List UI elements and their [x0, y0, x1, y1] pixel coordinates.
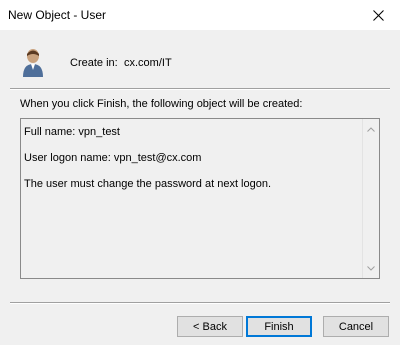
- cancel-button[interactable]: Cancel: [323, 316, 389, 337]
- chevron-down-icon: [367, 265, 375, 271]
- close-button[interactable]: [356, 0, 400, 30]
- vertical-scrollbar[interactable]: [362, 119, 379, 278]
- dialog-header: [0, 30, 400, 90]
- summary-line-full-name: Full name: vpn_test: [24, 126, 120, 138]
- scroll-up-button[interactable]: [363, 121, 379, 137]
- intro-text: When you click Finish, the following obj…: [20, 98, 303, 110]
- window-title: New Object - User: [8, 8, 107, 22]
- create-in-value: cx.com/IT: [124, 57, 172, 69]
- summary-box[interactable]: Full name: vpn_test User logon name: vpn…: [20, 118, 380, 279]
- scroll-down-button[interactable]: [363, 260, 379, 276]
- summary-line-logon-name: User logon name: vpn_test@cx.com: [24, 152, 202, 164]
- footer-divider: [10, 302, 390, 304]
- header-divider: [10, 88, 390, 90]
- user-icon: [23, 49, 43, 77]
- title-bar: New Object - User: [0, 0, 400, 30]
- back-button[interactable]: < Back: [177, 316, 243, 337]
- summary-line-password: The user must change the password at nex…: [24, 178, 272, 190]
- chevron-up-icon: [367, 126, 375, 132]
- close-icon: [372, 9, 384, 21]
- create-in-label: Create in:: [70, 57, 118, 69]
- finish-button[interactable]: Finish: [246, 316, 312, 337]
